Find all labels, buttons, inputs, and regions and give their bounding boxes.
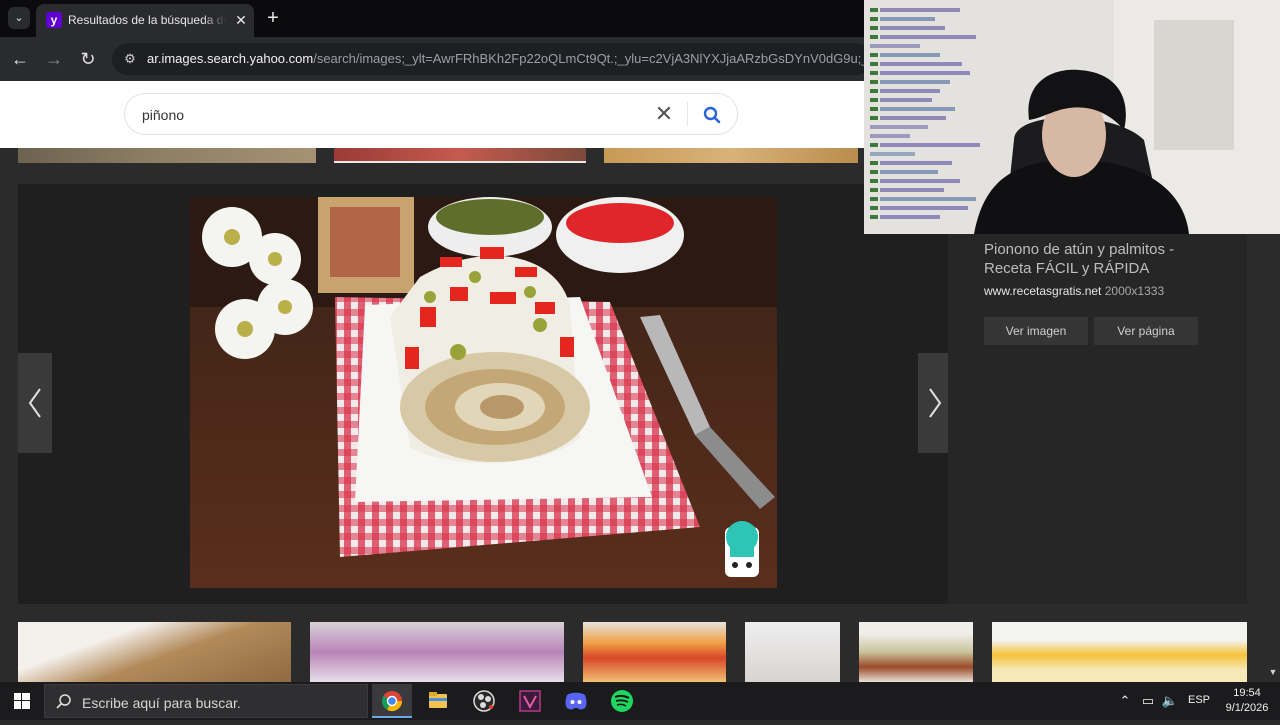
network-icon[interactable]: ▭ [1139, 692, 1157, 710]
source-domain[interactable]: www.recetasgratis.net [984, 284, 1101, 298]
address-bar[interactable]: ⚙ ar.images.search.yahoo.com/search/imag… [112, 43, 872, 75]
previous-image-button[interactable] [18, 353, 52, 453]
search-icon[interactable] [701, 104, 723, 126]
scroll-down-arrow[interactable]: ▼ [1266, 665, 1280, 679]
url-text[interactable]: ar.images.search.yahoo.com/search/images… [147, 51, 872, 67]
yahoo-favicon-icon: y [46, 12, 62, 28]
vegas-icon[interactable] [510, 684, 550, 718]
result-thumbnail[interactable] [310, 622, 564, 682]
forward-button[interactable]: → [42, 47, 66, 71]
image-viewer: Pionono de atún y palmitos - Receta FÁCI… [18, 184, 1247, 604]
result-thumbnail[interactable] [745, 622, 840, 682]
input-language[interactable]: ESP [1188, 694, 1210, 706]
taskbar-search-box[interactable]: Escribe aquí para buscar. [44, 684, 368, 718]
close-icon[interactable]: ✕ [653, 103, 675, 125]
url-host: ar.images.search.yahoo.com [147, 51, 314, 66]
tab-close-icon[interactable]: ✕ [232, 11, 250, 29]
tab-active[interactable]: y Resultados de la búsqueda de imágenes … [36, 4, 254, 37]
clock-date: 9/1/2026 [1225, 702, 1269, 714]
webcam-overlay [864, 0, 1280, 234]
volume-icon[interactable]: 🔈 [1161, 692, 1179, 710]
search-icon [56, 694, 71, 709]
stream-chat [870, 4, 990, 229]
windows-taskbar: Escribe aquí para buscar. ⌃ ▭ 🔈 ESP 19:5… [0, 682, 1280, 720]
taskbar-search-placeholder: Escribe aquí para buscar. [82, 695, 241, 711]
site-info-icon[interactable]: ⚙ [120, 49, 140, 69]
view-image-button[interactable]: Ver imagen [984, 317, 1088, 345]
image-title[interactable]: Pionono de atún y palmitos - Receta FÁCI… [984, 240, 1194, 278]
search-input[interactable]: piñono ✕ [124, 93, 738, 135]
view-page-button[interactable]: Ver página [1094, 317, 1198, 345]
reload-button[interactable]: ↻ [76, 47, 100, 71]
obs-icon[interactable] [464, 684, 504, 718]
windows-start-icon[interactable] [0, 682, 44, 720]
discord-icon[interactable] [556, 684, 596, 718]
main-image[interactable] [190, 197, 777, 588]
search-query[interactable]: piñono [142, 107, 184, 123]
image-dimensions: 2000x1333 [1104, 284, 1165, 298]
next-image-button[interactable] [918, 353, 952, 453]
show-hidden-icons-chevron-icon[interactable]: ⌃ [1116, 692, 1134, 710]
spotify-icon[interactable] [602, 684, 642, 718]
back-button[interactable]: ← [8, 47, 32, 71]
tab-title: Resultados de la búsqueda de imágenes [68, 13, 226, 27]
result-thumbnail[interactable] [859, 622, 973, 682]
clock-time: 19:54 [1233, 687, 1261, 699]
chrome-icon[interactable] [372, 684, 412, 718]
search-header: piñono ✕ [0, 81, 864, 148]
result-thumbnail[interactable] [18, 622, 291, 682]
file-explorer-icon[interactable] [418, 684, 458, 718]
url-path: /search/images;_ylt=AwrFRhBKh2Fp22oQLmCt… [313, 51, 872, 66]
new-tab-button[interactable]: + [262, 8, 284, 30]
result-thumbnail[interactable] [583, 622, 726, 682]
image-info-panel: Pionono de atún y palmitos - Receta FÁCI… [948, 184, 1247, 604]
search-divider [687, 102, 688, 126]
tab-search-button[interactable]: ⌄ [8, 7, 30, 29]
result-thumbnail[interactable] [992, 622, 1247, 682]
image-source: www.recetasgratis.net 2000x1333 [984, 284, 1164, 298]
clock[interactable]: 19:54 9/1/2026 [1222, 686, 1272, 716]
